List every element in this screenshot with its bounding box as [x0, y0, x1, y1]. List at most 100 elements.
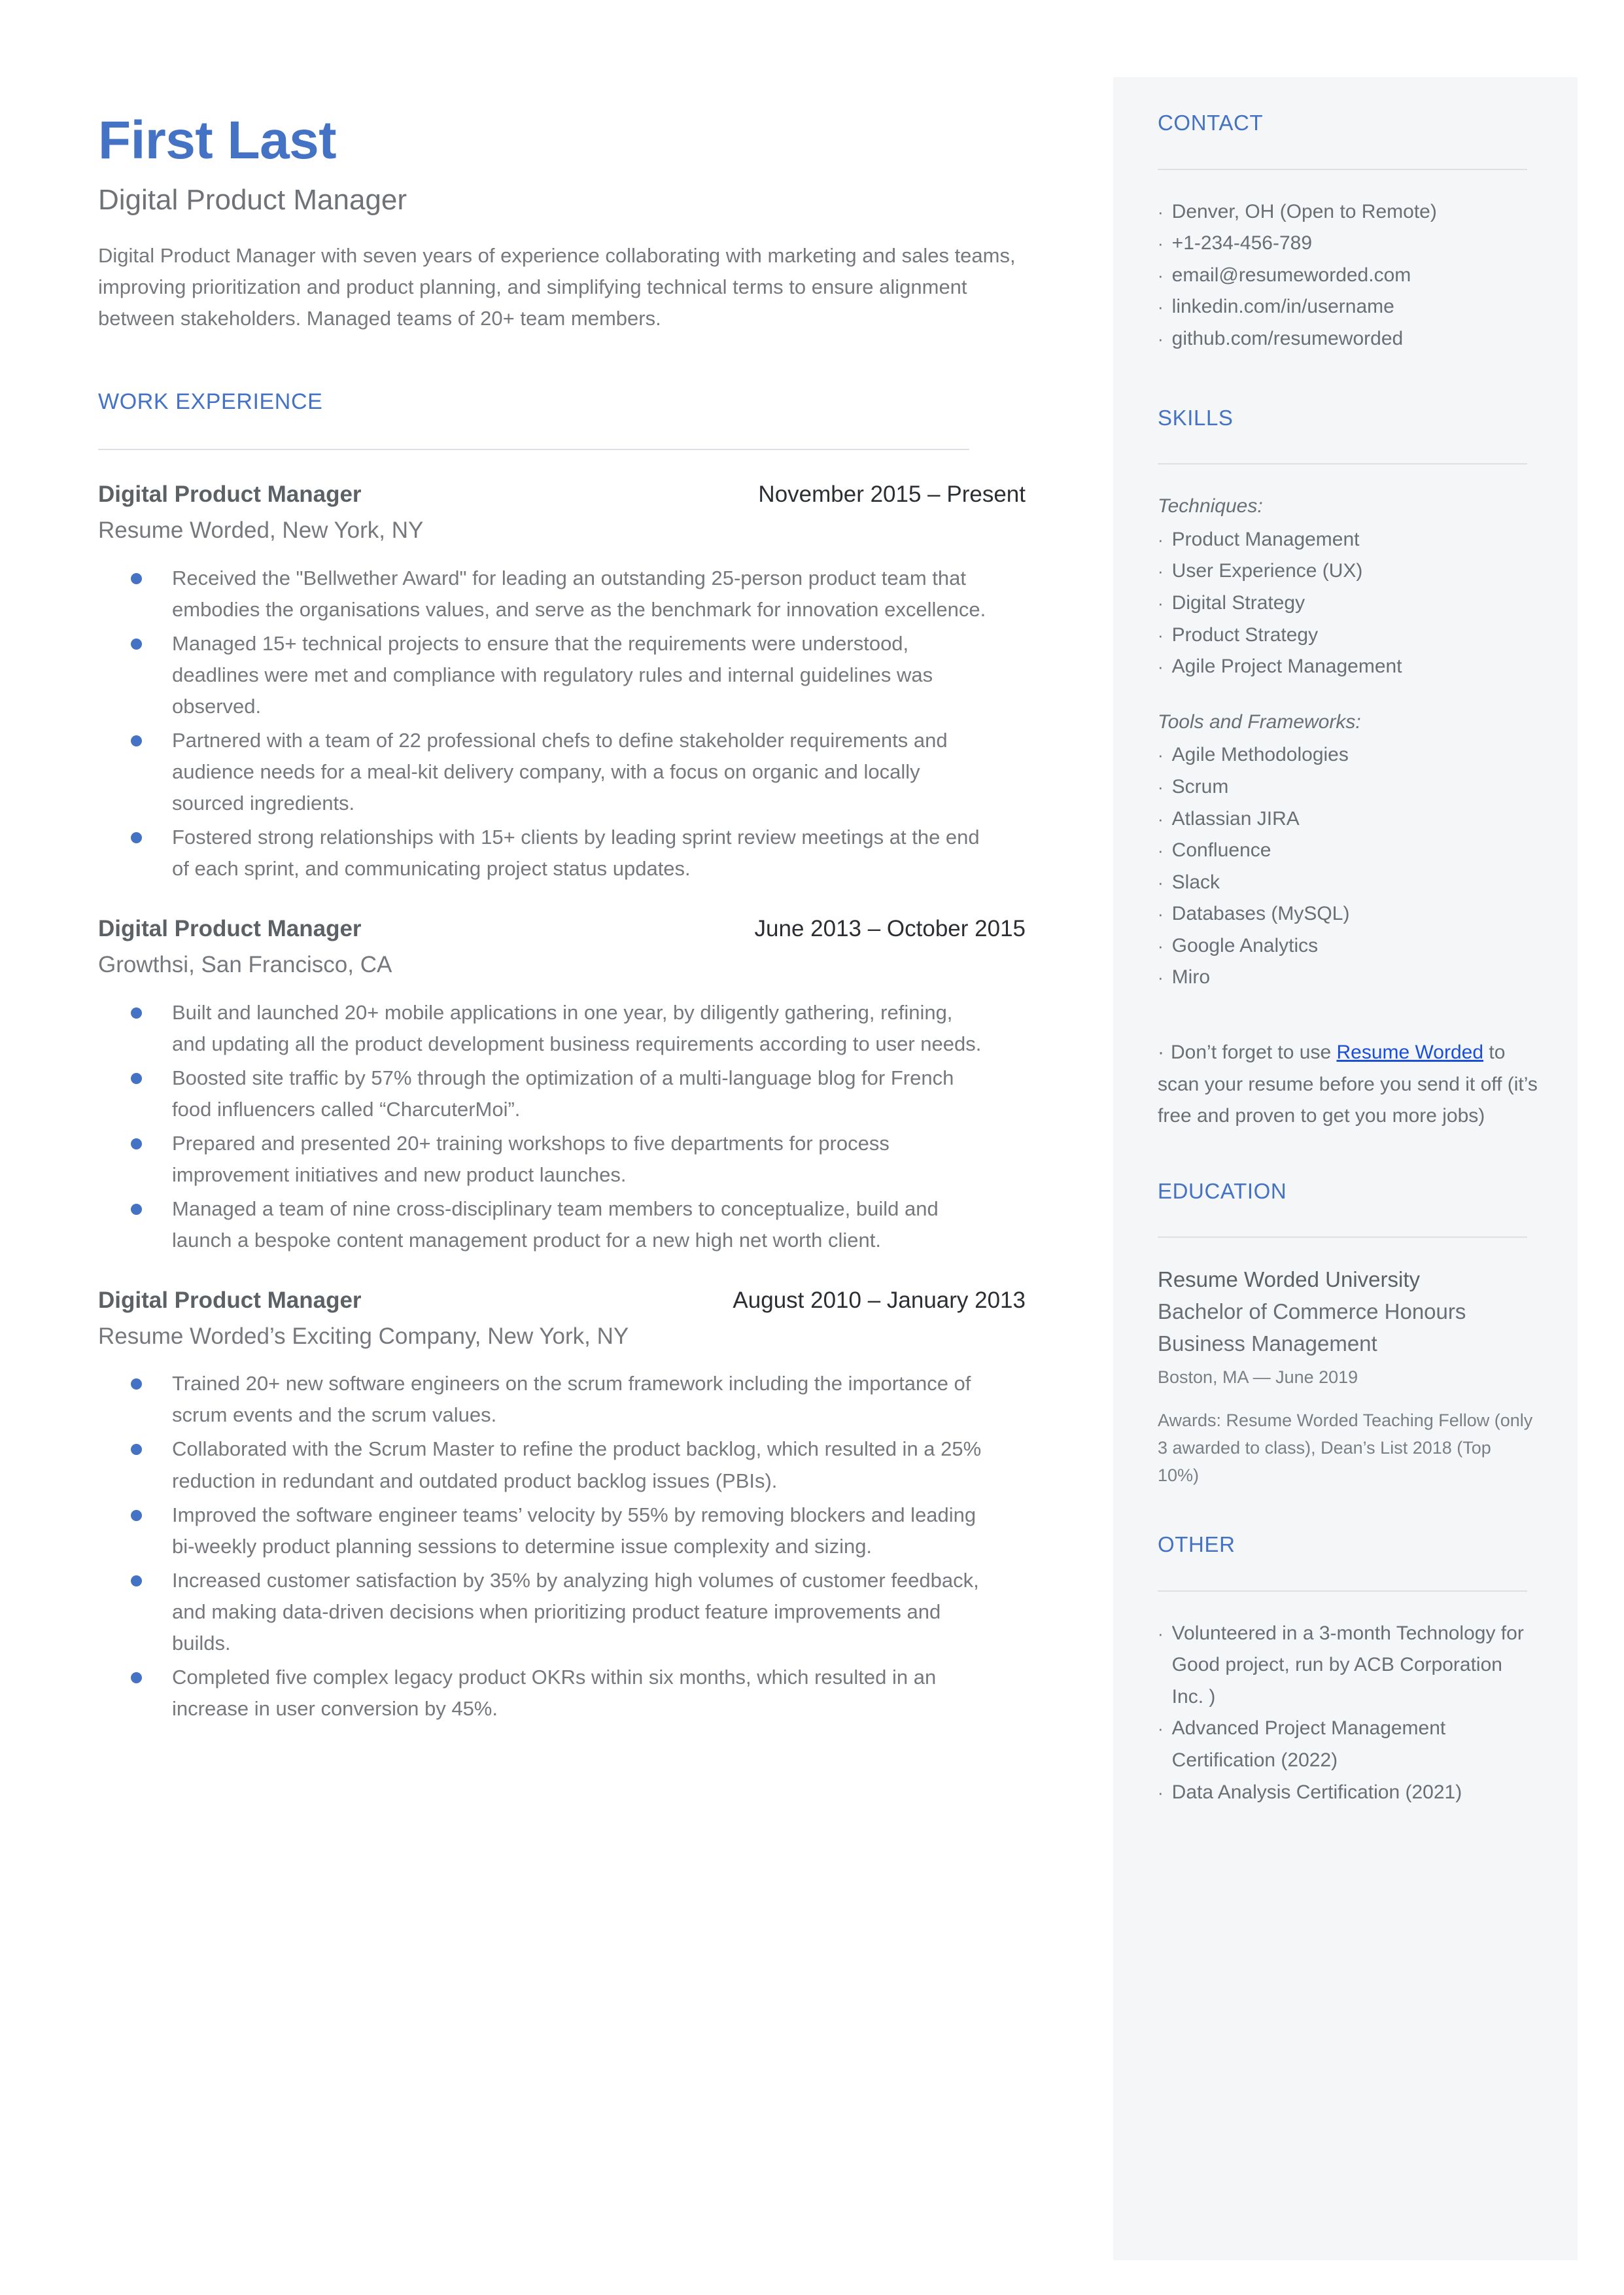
bullet-dot-icon — [131, 1007, 142, 1019]
bullet-dot-icon: · — [1158, 625, 1164, 645]
page-title: First Last — [98, 111, 337, 170]
job-bullet-item: Received the "Bellwether Award" for lead… — [98, 563, 1040, 625]
job-bullet-list: Built and launched 20+ mobile applicatio… — [98, 997, 1040, 1256]
job-title: Digital Product Manager — [98, 482, 362, 508]
job-title: Digital Product Manager — [98, 916, 362, 941]
bullet-dot-icon: · — [1158, 297, 1164, 317]
section-divider — [98, 449, 969, 451]
bullet-dot-icon: · — [1158, 201, 1164, 222]
skill-item-text: Agile Methodologies — [1171, 744, 1349, 766]
skills-divider — [1158, 463, 1527, 465]
job-bullet-text: Trained 20+ new software engineers on th… — [172, 1372, 971, 1427]
skill-item: · User Experience (UX) — [1158, 555, 1537, 587]
job-header-row: Digital Product Manager August 2010 – Jan… — [98, 1288, 1026, 1314]
skills-item-list: · Product Management · User Experience (UX)… — [1158, 524, 1537, 683]
resume-page: First Last Digital Product Manager Digit… — [0, 0, 1624, 2295]
skill-item-text: Confluence — [1171, 839, 1271, 862]
job-bullet-item: Managed 15+ technical projects to ensure… — [98, 628, 1040, 722]
education-degree-line-2: Business Management — [1158, 1331, 1377, 1356]
skill-item-text: Miro — [1171, 966, 1211, 989]
other-list: · Volunteered in a 3-month Technology for… — [1158, 1618, 1537, 1809]
job-bullet-text: Managed a team of nine cross-disciplinar… — [172, 1197, 939, 1252]
bullet-dot-icon: · — [1158, 936, 1164, 956]
job-dates: November 2015 – Present — [758, 482, 1026, 508]
bullet-dot-icon: · — [1158, 265, 1164, 285]
bullet-dot-icon: · — [1158, 872, 1164, 892]
job-bullet-text: Collaborated with the Scrum Master to re… — [172, 1437, 982, 1492]
bullet-dot-icon — [131, 832, 142, 843]
bullet-dot-icon — [131, 1444, 142, 1456]
contact-item: · Denver, OH (Open to Remote) — [1158, 196, 1537, 228]
section-heading-work-experience: WORK EXPERIENCE — [98, 389, 323, 415]
skill-item-text: Atlassian JIRA — [1171, 807, 1300, 830]
job-role-subtitle: Digital Product Manager — [98, 184, 407, 217]
resume-worded-link[interactable]: Resume Worded — [1336, 1042, 1483, 1063]
skill-item: · Agile Methodologies — [1158, 739, 1537, 771]
job-bullet-list: Received the "Bellwether Award" for lead… — [98, 563, 1040, 885]
education-divider — [1158, 1236, 1527, 1238]
job-bullet-item: Built and launched 20+ mobile applicatio… — [98, 997, 1040, 1060]
job-bullet-text: Built and launched 20+ mobile applicatio… — [172, 1000, 982, 1055]
skills-group-label: Techniques: — [1158, 495, 1263, 517]
promo-bullet: · — [1158, 1042, 1164, 1064]
bullet-dot-icon — [131, 1203, 142, 1215]
job-bullet-text: Completed five complex legacy product OK… — [172, 1665, 937, 1720]
other-divider — [1158, 1590, 1527, 1592]
skill-item-text: Agile Project Management — [1171, 656, 1402, 678]
job-title: Digital Product Manager — [98, 1287, 362, 1313]
professional-summary: Digital Product Manager with seven years… — [98, 243, 1016, 330]
other-item: · Volunteered in a 3-month Technology for… — [1158, 1618, 1537, 1713]
education-degree-line-1: Bachelor of Commerce Honours — [1158, 1299, 1466, 1324]
other-item: · Data Analysis Certification (2021) — [1158, 1777, 1537, 1809]
job-bullet-text: Increased customer satisfaction by 35% b… — [172, 1568, 979, 1655]
work-experience-entry: Digital Product Manager November 2015 – P… — [98, 482, 1040, 885]
work-experience-list: Digital Product Manager November 2015 – P… — [98, 482, 1040, 1725]
education-entry: Resume Worded University Bachelor of Com… — [1158, 1264, 1537, 1490]
sidebar: CONTACT · Denver, OH (Open to Remote) · +1-… — [1113, 77, 1578, 2260]
bullet-dot-icon — [131, 1575, 142, 1586]
section-heading-contact: CONTACT — [1158, 111, 1264, 135]
main-column: First Last Digital Product Manager Digit… — [98, 111, 1040, 1727]
contact-item-text: +1-234-456-789 — [1171, 232, 1313, 254]
skill-item: · Digital Strategy — [1158, 587, 1537, 620]
bullet-dot-icon: · — [1158, 529, 1164, 550]
bullet-dot-icon: · — [1158, 234, 1164, 254]
skills-group-spacer — [1158, 683, 1537, 707]
skill-item: · Miro — [1158, 962, 1537, 994]
skill-item: · Google Analytics — [1158, 930, 1537, 962]
bullet-dot-icon: · — [1158, 777, 1164, 797]
contact-item: · linkedin.com/in/username — [1158, 291, 1537, 323]
skill-item: · Databases (MySQL) — [1158, 898, 1537, 930]
job-bullet-text: Partnered with a team of 22 professional… — [172, 728, 948, 815]
work-experience-entry: Digital Product Manager August 2010 – Jan… — [98, 1288, 1040, 1725]
bullet-dot-icon — [131, 1072, 142, 1084]
bullet-dot-icon — [131, 1672, 142, 1683]
job-company-location: Resume Worded, New York, NY — [98, 517, 424, 544]
job-bullet-item: Completed five complex legacy product OK… — [98, 1662, 1040, 1725]
skill-item: · Product Management — [1158, 524, 1537, 556]
job-header-row: Digital Product Manager November 2015 – P… — [98, 482, 1026, 508]
other-item-text: Data Analysis Certification (2021) — [1171, 1781, 1462, 1803]
skill-item-text: Product Management — [1171, 528, 1360, 550]
section-heading-skills: SKILLS — [1158, 405, 1234, 430]
skill-item-text: Scrum — [1171, 775, 1229, 797]
promo-text-before: Don’t forget to use — [1171, 1042, 1337, 1064]
skill-item: · Slack — [1158, 867, 1537, 899]
bullet-dot-icon: · — [1158, 328, 1164, 349]
contact-item-text: linkedin.com/in/username — [1171, 296, 1394, 318]
education-awards: Awards: Resume Worded Teaching Fellow (o… — [1158, 1410, 1533, 1486]
job-bullet-item: Increased customer satisfaction by 35% b… — [98, 1565, 1040, 1659]
skill-item-text: Product Strategy — [1171, 623, 1319, 646]
bullet-dot-icon: · — [1158, 809, 1164, 829]
job-bullet-text: Prepared and presented 20+ training work… — [172, 1131, 890, 1186]
skills-groups: Techniques: · Product Management · User Expe… — [1158, 491, 1537, 994]
section-heading-other: OTHER — [1158, 1532, 1235, 1556]
bullet-dot-icon: · — [1158, 561, 1164, 582]
job-bullet-text: Managed 15+ technical projects to ensure… — [172, 631, 933, 718]
bullet-dot-icon: · — [1158, 841, 1164, 861]
skill-item: · Confluence — [1158, 835, 1537, 867]
section-heading-education: EDUCATION — [1158, 1178, 1287, 1203]
job-dates: June 2013 – October 2015 — [754, 916, 1026, 941]
job-bullet-item: Boosted site traffic by 57% through the … — [98, 1062, 1040, 1125]
bullet-dot-icon: · — [1158, 745, 1164, 765]
